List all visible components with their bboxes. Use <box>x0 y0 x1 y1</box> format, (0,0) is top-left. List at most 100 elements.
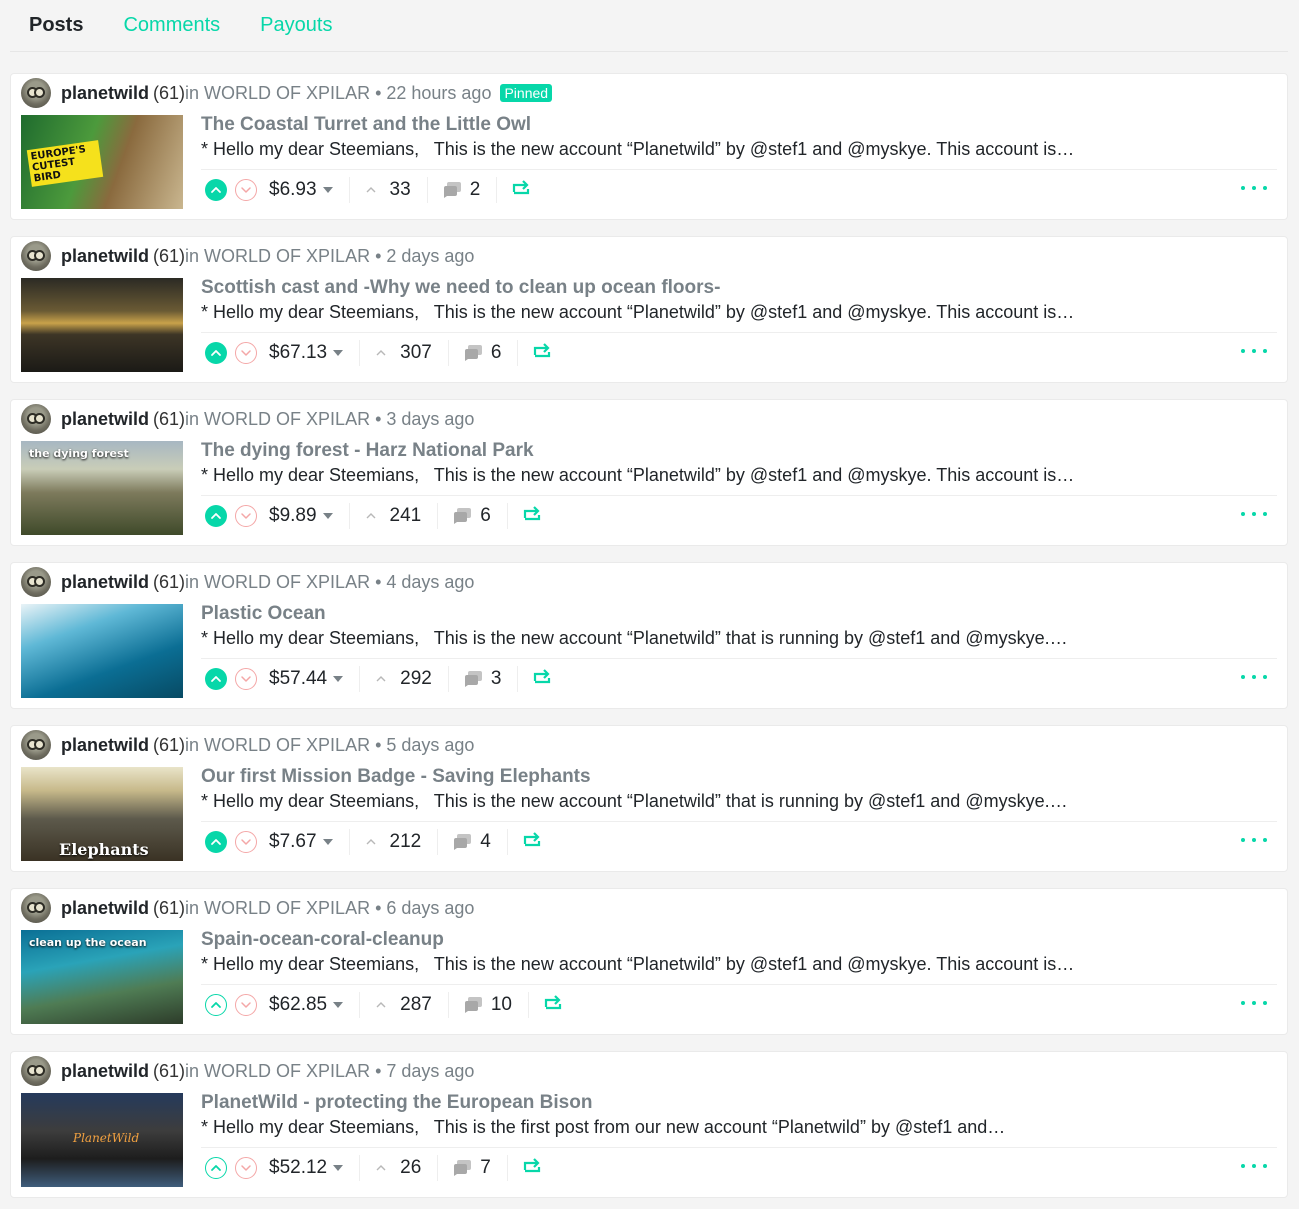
comments-link[interactable]: 2 <box>442 179 480 201</box>
post-title[interactable]: Scottish cast and -Why we need to clean … <box>201 277 720 299</box>
post-summary[interactable]: * Hello my dear Steemians, This is the n… <box>201 954 1271 975</box>
avatar[interactable] <box>21 241 51 271</box>
downvote-button[interactable] <box>235 1157 257 1179</box>
more-options-icon[interactable] <box>1241 1158 1267 1174</box>
comments-link[interactable]: 7 <box>452 1157 491 1179</box>
comments-link[interactable]: 6 <box>463 342 501 364</box>
tab-posts[interactable]: Posts <box>29 14 83 37</box>
more-options-icon[interactable] <box>1241 180 1267 196</box>
community-and-time[interactable]: in WORLD OF XPILAR • 22 hours ago <box>185 83 491 104</box>
post-title[interactable]: Plastic Ocean <box>201 603 326 625</box>
upvote-button[interactable] <box>205 668 227 690</box>
votes-count[interactable]: 33 <box>364 179 411 201</box>
more-options-icon[interactable] <box>1241 995 1267 1011</box>
author-link[interactable]: planetwild <box>61 246 149 267</box>
resteem-button[interactable] <box>511 178 531 202</box>
post-summary[interactable]: * Hello my dear Steemians, This is the n… <box>201 139 1271 160</box>
post-summary[interactable]: * Hello my dear Steemians, This is the n… <box>201 791 1271 812</box>
post-thumbnail[interactable]: PlanetWild <box>21 1093 183 1187</box>
post-card: planetwild (61) in WORLD OF XPILAR • 7 d… <box>10 1051 1288 1198</box>
votes-count[interactable]: 212 <box>364 831 421 853</box>
post-title[interactable]: The dying forest - Harz National Park <box>201 440 534 462</box>
payout-dropdown[interactable]: $9.89 <box>269 505 333 527</box>
resteem-button[interactable] <box>522 504 542 528</box>
payout-value: $7.67 <box>269 831 317 852</box>
post-thumbnail[interactable] <box>21 604 183 698</box>
author-link[interactable]: planetwild <box>61 572 149 593</box>
downvote-button[interactable] <box>235 505 257 527</box>
payout-dropdown[interactable]: $7.67 <box>269 831 333 853</box>
post-summary[interactable]: * Hello my dear Steemians, This is the n… <box>201 465 1271 486</box>
community-and-time[interactable]: in WORLD OF XPILAR • 6 days ago <box>185 898 474 919</box>
upvote-button[interactable] <box>205 342 227 364</box>
payout-dropdown[interactable]: $57.44 <box>269 668 344 690</box>
avatar[interactable] <box>21 893 51 923</box>
resteem-button[interactable] <box>532 667 552 691</box>
resteem-button[interactable] <box>522 830 542 854</box>
upvote-button[interactable] <box>205 1157 227 1179</box>
payout-dropdown[interactable]: $6.93 <box>269 179 333 201</box>
upvote-button[interactable] <box>205 505 227 527</box>
resteem-icon <box>523 1158 540 1173</box>
votes-count[interactable]: 307 <box>374 342 432 364</box>
resteem-button[interactable] <box>543 993 563 1017</box>
author-link[interactable]: planetwild <box>61 735 149 756</box>
downvote-button[interactable] <box>235 668 257 690</box>
upvote-button[interactable] <box>205 994 227 1016</box>
tab-payouts[interactable]: Payouts <box>260 14 332 37</box>
downvote-button[interactable] <box>235 831 257 853</box>
separator <box>348 503 350 529</box>
post-title[interactable]: Our first Mission Badge - Saving Elephan… <box>201 766 591 788</box>
post-summary[interactable]: * Hello my dear Steemians, This is the n… <box>201 628 1271 649</box>
avatar[interactable] <box>21 567 51 597</box>
community-and-time[interactable]: in WORLD OF XPILAR • 5 days ago <box>185 735 474 756</box>
author-link[interactable]: planetwild <box>61 1061 149 1082</box>
downvote-button[interactable] <box>235 994 257 1016</box>
post-summary[interactable]: * Hello my dear Steemians, This is the n… <box>201 302 1271 323</box>
community-and-time[interactable]: in WORLD OF XPILAR • 4 days ago <box>185 572 474 593</box>
more-options-icon[interactable] <box>1241 832 1267 848</box>
reputation: (61) <box>153 1060 186 1081</box>
post-title[interactable]: Spain-ocean-coral-cleanup <box>201 929 444 951</box>
upvote-button[interactable] <box>205 831 227 853</box>
resteem-button[interactable] <box>532 341 552 365</box>
author-link[interactable]: planetwild <box>61 898 149 919</box>
more-options-icon[interactable] <box>1241 669 1267 685</box>
author-link[interactable]: planetwild <box>61 409 149 430</box>
community-and-time[interactable]: in WORLD OF XPILAR • 3 days ago <box>185 409 474 430</box>
resteem-button[interactable] <box>522 1156 542 1180</box>
payout-dropdown[interactable]: $62.85 <box>269 994 344 1016</box>
votes-count[interactable]: 26 <box>374 1157 421 1179</box>
downvote-button[interactable] <box>235 342 257 364</box>
community-and-time[interactable]: in WORLD OF XPILAR • 7 days ago <box>185 1061 474 1082</box>
avatar[interactable] <box>21 1056 51 1086</box>
votes-count[interactable]: 292 <box>374 668 432 690</box>
avatar[interactable] <box>21 404 51 434</box>
post-title[interactable]: PlanetWild - protecting the European Bis… <box>201 1092 592 1114</box>
caret-down-icon <box>322 839 333 845</box>
post-thumbnail[interactable] <box>21 278 183 372</box>
votes-count[interactable]: 241 <box>364 505 421 527</box>
post-title[interactable]: The Coastal Turret and the Little Owl <box>201 114 531 136</box>
comments-link[interactable]: 10 <box>463 994 512 1016</box>
post-summary[interactable]: * Hello my dear Steemians, This is the f… <box>201 1117 1271 1138</box>
more-options-icon[interactable] <box>1241 343 1267 359</box>
post-thumbnail[interactable]: the dying forest <box>21 441 183 535</box>
tab-comments[interactable]: Comments <box>123 14 220 37</box>
comments-link[interactable]: 6 <box>452 505 491 527</box>
avatar[interactable] <box>21 730 51 760</box>
post-thumbnail[interactable]: Elephants <box>21 767 183 861</box>
post-thumbnail[interactable]: clean up the ocean <box>21 930 183 1024</box>
avatar[interactable] <box>21 78 51 108</box>
comments-link[interactable]: 4 <box>452 831 491 853</box>
more-options-icon[interactable] <box>1241 506 1267 522</box>
comments-link[interactable]: 3 <box>463 668 501 690</box>
downvote-button[interactable] <box>235 179 257 201</box>
payout-dropdown[interactable]: $52.12 <box>269 1157 344 1179</box>
votes-count[interactable]: 287 <box>374 994 432 1016</box>
post-thumbnail[interactable]: EUROPE'S CUTEST BIRD <box>21 115 183 209</box>
upvote-button[interactable] <box>205 179 227 201</box>
community-and-time[interactable]: in WORLD OF XPILAR • 2 days ago <box>185 246 474 267</box>
author-link[interactable]: planetwild <box>61 83 149 104</box>
payout-dropdown[interactable]: $67.13 <box>269 342 344 364</box>
